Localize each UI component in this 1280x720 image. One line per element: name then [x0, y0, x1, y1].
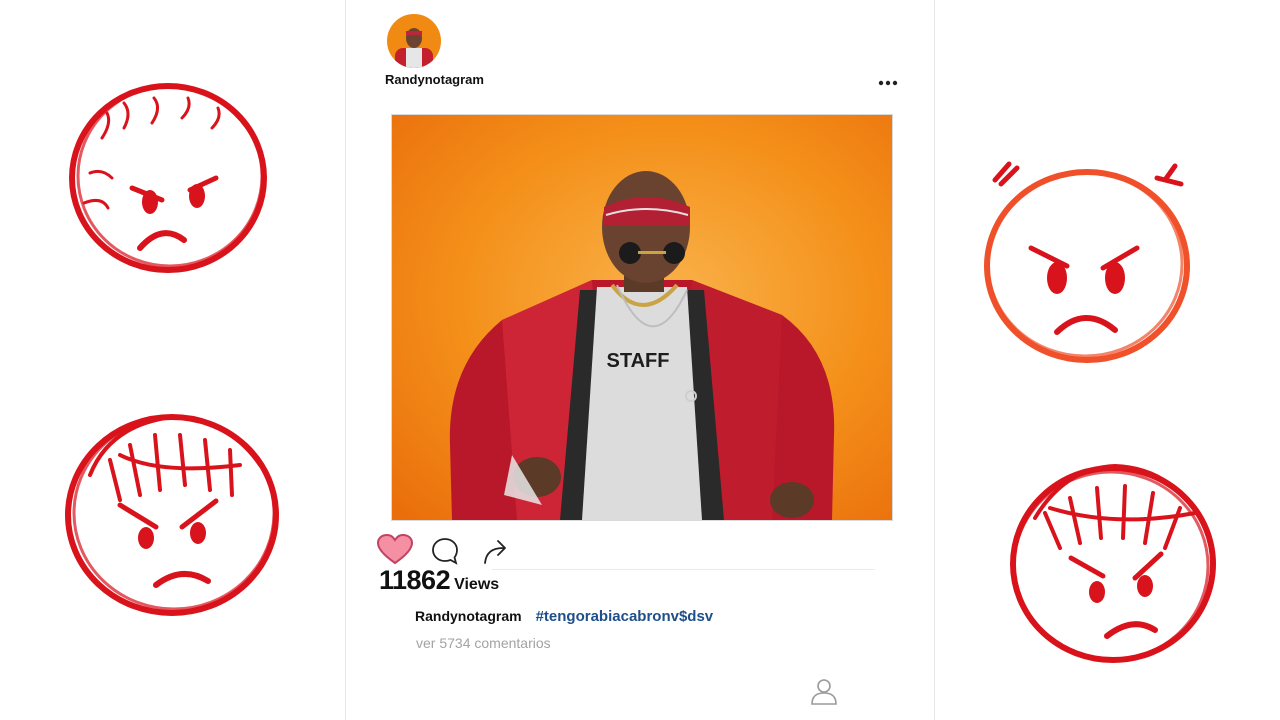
views-count: 11862	[379, 565, 451, 595]
avatar[interactable]	[387, 14, 441, 68]
share-arrow-icon[interactable]	[481, 536, 511, 566]
more-options-icon	[878, 80, 898, 86]
post-actions	[377, 534, 897, 568]
angry-face-doodle-bottom-left	[65, 414, 279, 616]
post-username[interactable]: Randynotagram	[385, 72, 484, 87]
post-caption: Randynotagram #tengorabiacabronv$dsv	[415, 608, 713, 625]
view-comments-link[interactable]: ver 5734 comentarios	[416, 635, 551, 651]
post-card: Randynotagram STAFF 11862 Views Randynot…	[345, 0, 935, 720]
actions-divider	[492, 569, 875, 570]
heart-icon[interactable]	[377, 534, 413, 566]
angry-face-doodle-top-right	[984, 161, 1190, 363]
post-image[interactable]: STAFF	[391, 114, 893, 521]
shirt-print: STAFF	[607, 350, 670, 372]
angry-face-doodle-bottom-right	[1010, 463, 1216, 663]
angry-face-doodle-top-left	[69, 83, 267, 273]
caption-hashtag[interactable]: #tengorabiacabronv$dsv	[536, 608, 714, 625]
views-label: Views	[454, 576, 500, 593]
profile-person-icon[interactable]	[809, 676, 839, 706]
views-counter: 11862 Views	[379, 565, 499, 596]
caption-username[interactable]: Randynotagram	[415, 608, 522, 624]
more-options-button[interactable]	[874, 72, 902, 94]
comment-bubble-icon[interactable]	[430, 536, 460, 566]
